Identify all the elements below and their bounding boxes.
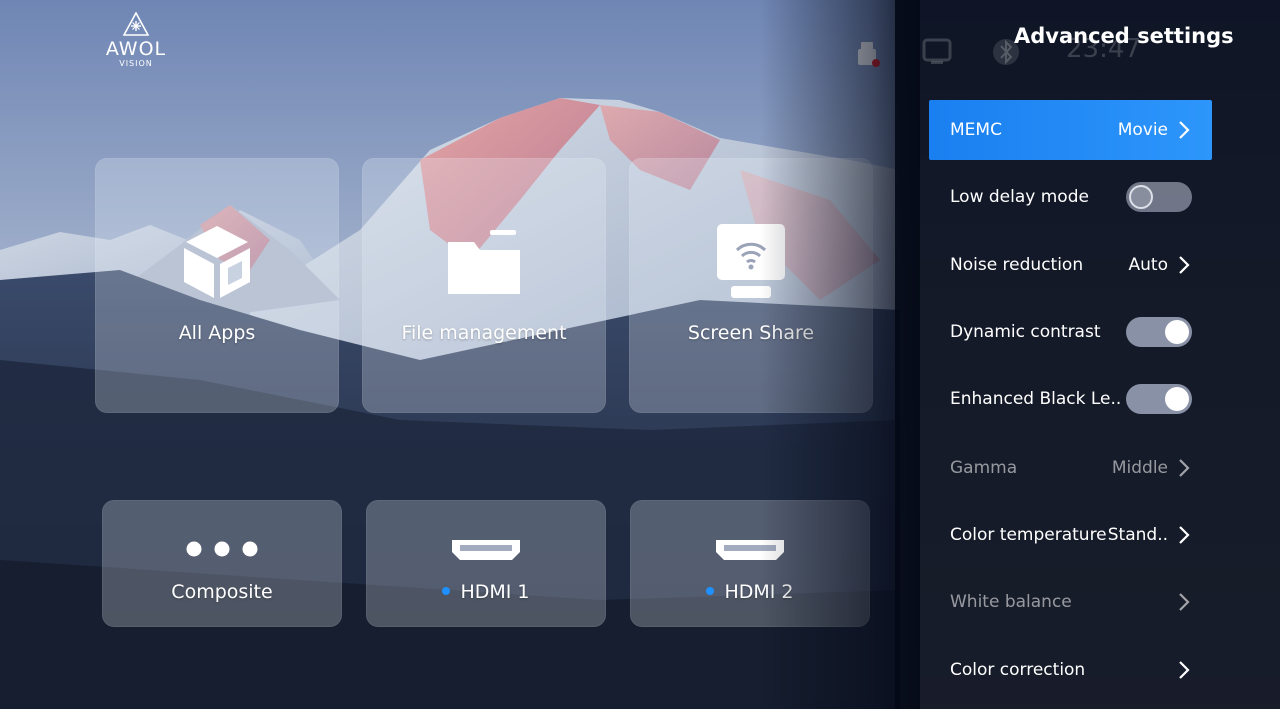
low-delay-toggle[interactable] — [1126, 182, 1192, 212]
setting-value: Middle — [1111, 458, 1168, 478]
cube-icon — [184, 226, 250, 298]
setting-memc[interactable]: MEMC Movie — [929, 100, 1212, 160]
tile-composite[interactable]: Composite — [102, 500, 342, 627]
setting-enhanced-black-level[interactable]: Enhanced Black Le.. — [929, 369, 1212, 429]
composite-dots-icon — [186, 541, 258, 557]
chevron-right-icon — [1179, 661, 1190, 679]
setting-color-correction[interactable]: Color correction — [929, 640, 1212, 700]
setting-dynamic-contrast[interactable]: Dynamic contrast — [929, 302, 1212, 362]
chevron-right-icon — [1179, 593, 1190, 611]
tile-file-management[interactable]: File management — [362, 158, 606, 413]
logo-subtitle: VISION — [119, 59, 153, 68]
setting-label: Dynamic contrast — [950, 322, 1101, 342]
toggle-knob — [1129, 185, 1153, 209]
awol-vision-logo: AWOL VISION — [98, 12, 174, 78]
chevron-right-icon — [1179, 121, 1190, 139]
tile-label: File management — [401, 322, 567, 344]
chevron-right-icon — [1179, 459, 1190, 477]
folder-icon — [448, 230, 520, 294]
tv-home-screen: AWOL VISION All Apps File management Scr… — [0, 0, 1280, 709]
setting-label: Color temperature — [950, 525, 1107, 545]
setting-value: Movie — [1117, 120, 1168, 140]
setting-low-delay-mode[interactable]: Low delay mode — [929, 167, 1212, 227]
tile-all-apps[interactable]: All Apps — [95, 158, 339, 413]
setting-label: Noise reduction — [950, 255, 1084, 275]
setting-label: Enhanced Black Le.. — [950, 389, 1122, 409]
setting-value: Stand.. — [1107, 525, 1168, 545]
setting-label: Color correction — [950, 660, 1086, 680]
toggle-knob — [1165, 387, 1189, 411]
setting-label: White balance — [950, 592, 1072, 612]
enhanced-black-toggle[interactable] — [1126, 384, 1192, 414]
setting-value: Auto — [1128, 255, 1168, 275]
hdmi-icon — [452, 540, 520, 560]
panel-title: Advanced settings — [1014, 24, 1234, 48]
setting-noise-reduction[interactable]: Noise reduction Auto — [929, 235, 1212, 295]
input-source-icon — [922, 38, 952, 64]
logo-wordmark: AWOL — [105, 38, 167, 60]
setting-label: Gamma — [950, 458, 1018, 478]
active-input-dot — [442, 586, 451, 595]
tile-label: Composite — [171, 581, 273, 603]
setting-label: MEMC — [950, 120, 1002, 140]
dynamic-contrast-toggle[interactable] — [1126, 317, 1192, 347]
chevron-right-icon — [1179, 256, 1190, 274]
setting-gamma[interactable]: Gamma Middle — [929, 438, 1212, 498]
setting-label: Low delay mode — [950, 187, 1089, 207]
chevron-right-icon — [1179, 526, 1190, 544]
setting-color-temperature[interactable]: Color temperature Stand.. — [929, 505, 1212, 565]
setting-white-balance[interactable]: White balance — [929, 572, 1212, 632]
tile-label: All Apps — [178, 322, 256, 344]
active-input-dot — [706, 586, 715, 595]
awol-triangle-icon — [123, 12, 149, 36]
tile-hdmi-1[interactable]: HDMI 1 — [366, 500, 606, 627]
tile-label: HDMI 1 — [366, 581, 606, 603]
toggle-knob — [1165, 320, 1189, 344]
